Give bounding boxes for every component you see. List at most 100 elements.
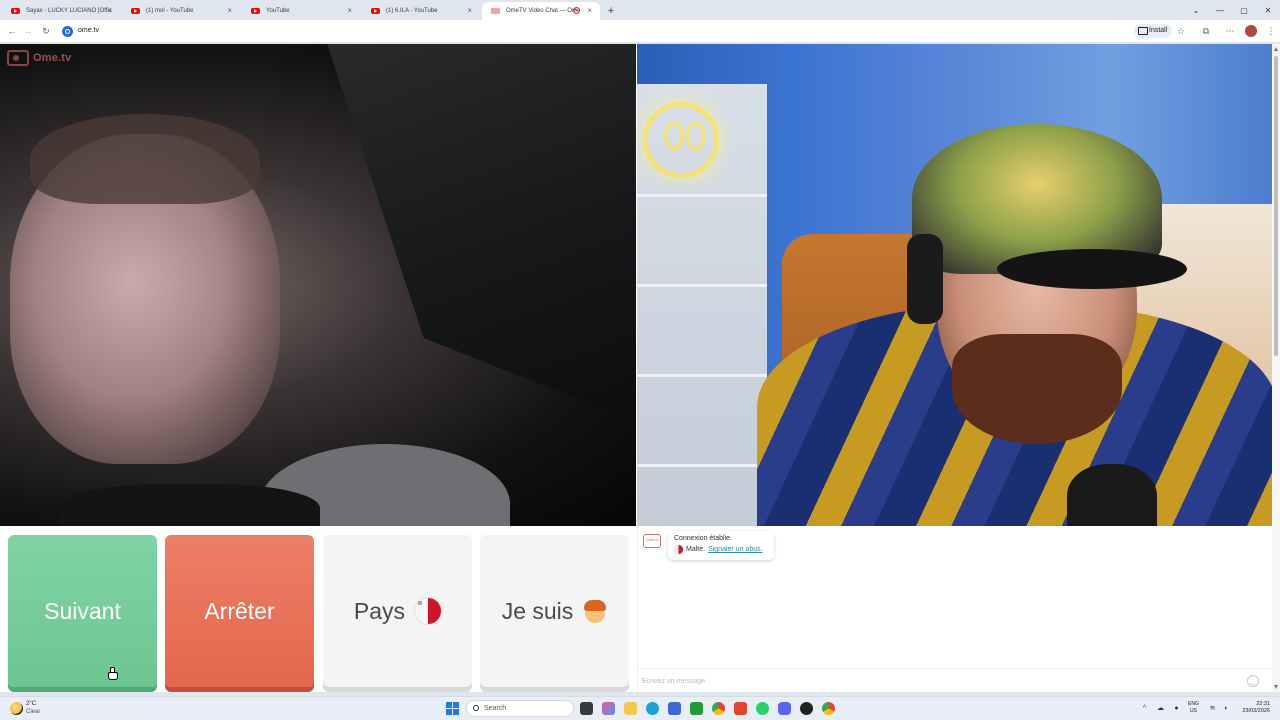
close-tab-icon[interactable]: ×	[107, 6, 112, 15]
profile-avatar[interactable]	[1245, 25, 1257, 37]
whatsapp-icon[interactable]	[756, 702, 769, 715]
close-tab-icon[interactable]: ×	[467, 6, 472, 15]
message-input-bar	[638, 668, 1273, 692]
country-label: Pays	[353, 597, 406, 624]
scrollbar-thumb[interactable]	[1274, 56, 1278, 356]
url-text[interactable]: ome.tv	[78, 27, 99, 34]
discord-icon[interactable]	[778, 702, 791, 715]
ometv-logo: Ome.tv	[7, 50, 72, 66]
ometv-chat-logo: Ome.tv	[643, 534, 661, 548]
window-controls: ⌄ — ▢ ✕	[1184, 0, 1280, 20]
task-view-icon[interactable]	[580, 702, 593, 715]
recording-icon	[573, 7, 580, 14]
boy-emoji-icon	[583, 598, 607, 624]
close-tab-icon[interactable]: ×	[227, 6, 232, 15]
tab-strip: Sayax - LUCKY LUCIANO [Offic × (1) mol -…	[0, 0, 1280, 20]
ometv-favicon-icon	[491, 8, 500, 14]
page-scrollbar[interactable]	[1272, 44, 1280, 692]
windows-taskbar: 2°C Clear Search ^ ☁ ● ENG US ≋ ◖ 22:31 …	[0, 696, 1280, 720]
tab-title: (1) mol - YouTube	[146, 8, 194, 14]
start-menu-icon[interactable]	[446, 702, 459, 715]
stranger-video: Ome.tv	[0, 44, 636, 526]
streamer-beard	[952, 334, 1122, 444]
extensions-icon[interactable]: ⧉	[1200, 25, 1212, 37]
shelf-row	[637, 464, 767, 467]
reload-icon[interactable]: ↻	[40, 25, 52, 37]
bookmark-star-icon[interactable]: ☆	[1175, 25, 1187, 37]
clock-date: 23/03/2026	[1242, 708, 1270, 714]
edge-icon[interactable]	[646, 702, 659, 715]
shelf-row	[637, 284, 767, 287]
tab-search-icon[interactable]: ⌄	[1184, 0, 1208, 20]
language-code: ENG	[1188, 701, 1199, 707]
malta-flag-icon	[415, 598, 442, 624]
neon-smiley	[643, 102, 719, 178]
weather-temperature[interactable]: 2°C	[26, 701, 36, 707]
chevron-up-icon[interactable]: ^	[1140, 704, 1149, 713]
system-clock[interactable]: 22:31 23/03/2026	[1236, 701, 1270, 715]
cloud-icon[interactable]: ☁	[1156, 704, 1165, 713]
chat-controls: Suivant Arrêter Pays Je suis	[0, 526, 636, 692]
weather-icon[interactable]	[10, 702, 23, 715]
copilot-icon[interactable]	[602, 702, 615, 715]
maximize-icon[interactable]: ▢	[1232, 0, 1256, 20]
close-tab-icon[interactable]: ×	[347, 6, 352, 15]
report-abuse-link[interactable]: Signaler un abus.	[708, 546, 762, 553]
close-tab-icon[interactable]: ×	[587, 6, 592, 15]
address-bar[interactable]: ome.tv	[58, 23, 1128, 40]
shelf-row	[637, 194, 767, 197]
next-button[interactable]: Suivant	[8, 535, 157, 687]
minimize-icon[interactable]: —	[1208, 0, 1232, 20]
chrome-profile-icon[interactable]	[822, 702, 835, 715]
gender-button[interactable]: Je suis	[480, 535, 629, 687]
shelf-row	[637, 374, 767, 377]
youtube-icon	[11, 8, 20, 14]
tab-title: (1) 6.ILA - YouTube	[386, 8, 438, 14]
scroll-down-icon[interactable]	[1274, 685, 1278, 689]
install-app-button[interactable]: Install	[1134, 24, 1173, 38]
site-info-icon[interactable]	[62, 26, 73, 37]
country-button[interactable]: Pays	[323, 535, 472, 687]
hand-cursor-icon	[108, 667, 118, 680]
tab-title: OmeTV Video Chat — Ome	[506, 8, 581, 14]
file-explorer-icon[interactable]	[624, 702, 637, 715]
video-background	[327, 44, 636, 422]
browser-toolbar: ← → ↻ ome.tv Install ☆ ⧉ ⋯ ⋮	[0, 20, 1280, 43]
browser-tab-2[interactable]: (1) mol - YouTube ×	[122, 2, 240, 20]
language-indicator[interactable]: ENG US	[1188, 701, 1199, 715]
browser-tab-4[interactable]: (1) 6.ILA - YouTube ×	[362, 2, 480, 20]
language-region: US	[1189, 708, 1197, 714]
cap-brim	[997, 249, 1187, 289]
weather-condition[interactable]: Clear	[26, 709, 40, 715]
browser-tab-3[interactable]: YouTube ×	[242, 2, 360, 20]
forward-arrow-icon[interactable]: →	[22, 25, 34, 37]
ometv-page: Ome.tv Suivant Arrêter Pays Je suis Ome.…	[0, 44, 1273, 692]
more-menu-icon[interactable]: ⋮	[1265, 25, 1277, 37]
xbox-icon[interactable]	[690, 702, 703, 715]
text-chat-panel: Ome.tv Connexion établie. Malte. Signale…	[637, 526, 1273, 692]
menu-icon[interactable]: ⋯	[1224, 25, 1236, 37]
message-input[interactable]	[642, 674, 1232, 688]
browser-tab-ometv[interactable]: OmeTV Video Chat — Ome ×	[482, 2, 600, 20]
browser-tab-1[interactable]: Sayax - LUCKY LUCIANO [Offic ×	[2, 2, 120, 20]
store-icon[interactable]	[668, 702, 681, 715]
chrome-icon[interactable]	[712, 702, 725, 715]
scroll-up-icon[interactable]	[1274, 47, 1278, 51]
back-arrow-icon[interactable]: ←	[6, 25, 18, 37]
youtube-icon	[251, 8, 260, 14]
malta-flag-icon	[674, 545, 683, 554]
tab-title: Sayax - LUCKY LUCIANO [Offic	[26, 8, 112, 14]
microphone-icon[interactable]: ●	[1172, 704, 1181, 713]
wifi-icon[interactable]: ≋	[1208, 704, 1217, 713]
close-window-icon[interactable]: ✕	[1256, 0, 1280, 20]
taskbar-search[interactable]: Search	[466, 700, 574, 717]
system-message: Connexion établie. Malte. Signaler un ab…	[668, 531, 774, 560]
volume-icon[interactable]: ◖	[1221, 704, 1230, 713]
stop-button[interactable]: Arrêter	[165, 535, 314, 687]
brave-icon[interactable]	[734, 702, 747, 715]
app-icon[interactable]	[800, 702, 813, 715]
new-tab-button[interactable]: +	[602, 2, 620, 20]
stranger-hair	[30, 114, 260, 204]
brand-name: Ome.tv	[33, 52, 72, 64]
smiley-icon[interactable]	[1247, 675, 1259, 687]
